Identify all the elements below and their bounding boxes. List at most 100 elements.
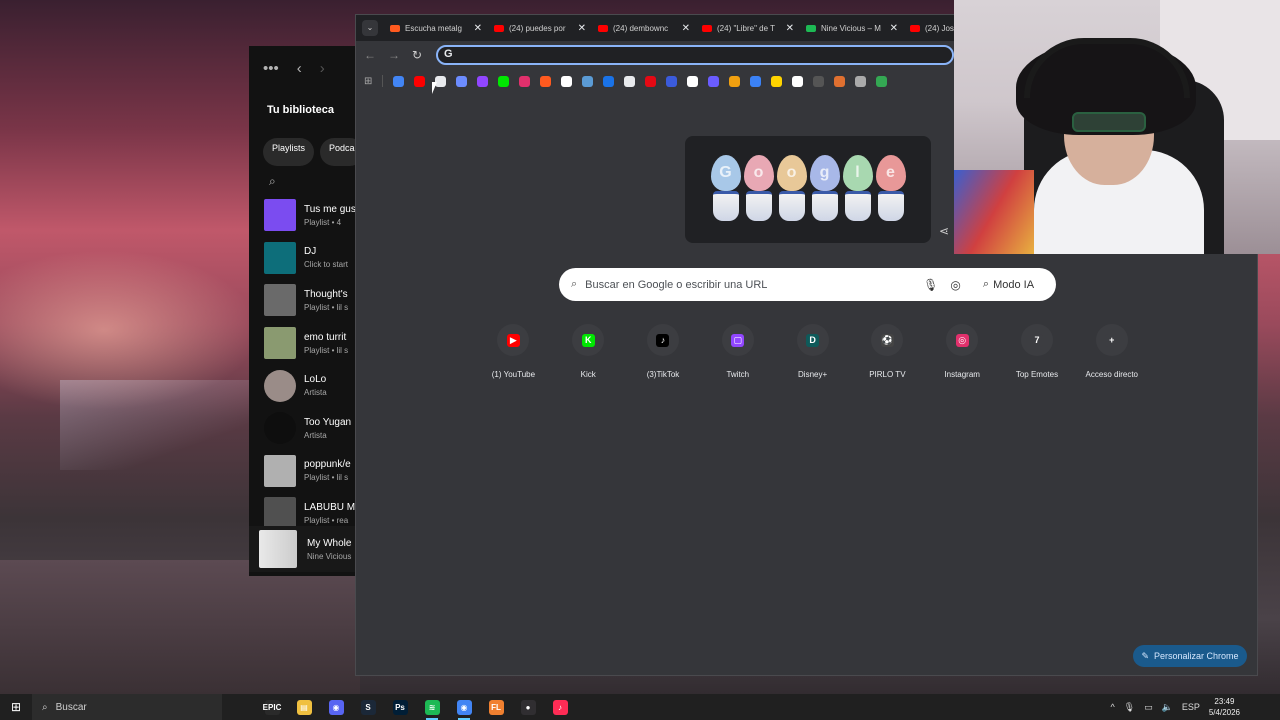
microphone-icon[interactable]: 🎙 xyxy=(1124,702,1135,713)
volume-icon[interactable]: 🔈 xyxy=(1162,702,1173,713)
language-indicator[interactable]: ESP xyxy=(1182,702,1200,712)
tab-close-icon[interactable]: ✕ xyxy=(578,23,586,34)
windows-start-icon[interactable]: ⊞ xyxy=(0,700,32,714)
bookmark-icon[interactable] xyxy=(477,75,489,87)
twitch-icon: ▢ xyxy=(731,333,745,347)
shortcut-tile[interactable]: 7 Top Emotes xyxy=(1000,324,1075,379)
taskbar-discord[interactable]: ◉ xyxy=(320,694,352,720)
bookmark-icon[interactable] xyxy=(435,75,447,87)
shortcut-tile[interactable]: ▢ Twitch xyxy=(700,324,775,379)
chevron-up-icon[interactable]: ^ xyxy=(1110,702,1114,712)
microphone-icon[interactable]: 🎙 xyxy=(923,278,938,292)
browser-tab[interactable]: Nine Vicious – M ✕ xyxy=(800,15,904,41)
taskbar-search[interactable]: ⌕ Buscar xyxy=(32,694,222,720)
shortcut-tile[interactable]: ◎ Instagram xyxy=(925,324,1000,379)
now-playing-artist[interactable]: Nine Vicious xyxy=(307,552,361,561)
taskbar-steam[interactable]: S xyxy=(352,694,384,720)
doodle-egg-cup xyxy=(712,190,739,221)
back-arrow-icon[interactable]: ‹ xyxy=(297,60,302,77)
network-icon[interactable]: ▭ xyxy=(1144,702,1153,713)
library-item[interactable]: LoLo Artista xyxy=(249,364,356,407)
customize-chrome-button[interactable]: ✎ Personalizar Chrome xyxy=(1133,645,1247,667)
taskbar-tiktok-live[interactable]: ♪ xyxy=(544,694,576,720)
bookmark-icon[interactable] xyxy=(456,75,468,87)
clock[interactable]: 23:49 5/4/2026 xyxy=(1209,696,1240,718)
ai-mode-button[interactable]: ⌕ Modo IA xyxy=(975,274,1042,295)
apps-grid-icon[interactable]: ⊞ xyxy=(364,76,372,87)
library-item[interactable]: Thought's Playlist • lil s xyxy=(249,279,356,322)
library-item[interactable]: DJ Click to start xyxy=(249,237,356,280)
chip-playlists[interactable]: Playlists xyxy=(263,138,315,166)
bookmark-icon[interactable] xyxy=(771,75,783,87)
browser-tab[interactable]: (24) puedes por ✕ xyxy=(488,15,592,41)
library-search-icon[interactable]: ⌕ xyxy=(249,166,356,194)
tab-close-icon[interactable]: ✕ xyxy=(474,23,482,34)
library-item[interactable]: Tus me gus Playlist • 4 xyxy=(249,194,356,237)
library-item-subtitle: Playlist • lil s xyxy=(304,345,349,355)
library-item[interactable]: emo turrit Playlist • lil s xyxy=(249,322,356,365)
bookmark-icon[interactable] xyxy=(708,75,720,87)
doodle-egg-cup xyxy=(745,190,772,221)
taskbar-photoshop[interactable]: Ps xyxy=(384,694,416,720)
share-doodle-icon[interactable]: ⋖ xyxy=(939,224,949,238)
taskbar-obs[interactable]: ● xyxy=(512,694,544,720)
browser-tab[interactable]: (24) dembownc ✕ xyxy=(592,15,696,41)
bookmark-icon[interactable] xyxy=(855,75,867,87)
search-input[interactable] xyxy=(585,278,906,291)
library-filter-chips: Playlists Podca xyxy=(249,130,364,166)
google-lens-icon[interactable]: ◎ xyxy=(950,278,960,292)
library-item-text: Tus me gus Playlist • 4 xyxy=(304,204,356,227)
bookmark-icon[interactable] xyxy=(582,75,594,87)
shortcut-tile[interactable]: ▶ (1) YouTube xyxy=(476,324,551,379)
shortcut-tile[interactable]: ♪ (3)TikTok xyxy=(626,324,701,379)
bookmark-icon[interactable] xyxy=(540,75,552,87)
library-item-text: DJ Click to start xyxy=(304,246,348,269)
back-icon[interactable]: ← xyxy=(364,48,376,62)
bookmark-icon[interactable] xyxy=(876,75,888,87)
google-doodle[interactable]: Google xyxy=(685,136,931,243)
tab-search-icon[interactable]: ⌄ xyxy=(362,20,378,36)
bookmark-icon[interactable] xyxy=(624,75,636,87)
bookmark-icon[interactable] xyxy=(834,75,846,87)
browser-tab[interactable]: (24) "Libre" de T ✕ xyxy=(696,15,800,41)
taskbar-chrome[interactable]: ◉ xyxy=(448,694,480,720)
tab-close-icon[interactable]: ✕ xyxy=(682,23,690,34)
shortcut-icon-circle: ⚽ xyxy=(871,324,904,356)
google-search-box[interactable]: ⌕ 🎙 ◎ ⌕ Modo IA xyxy=(559,268,1056,301)
taskbar-file-explorer[interactable]: ▤ xyxy=(288,694,320,720)
bookmark-icon[interactable] xyxy=(792,75,804,87)
library-item[interactable]: poppunk/e Playlist • lil s xyxy=(249,450,356,493)
shortcut-tile[interactable]: D Disney+ xyxy=(775,324,850,379)
now-playing-bar[interactable]: My Whole H Nine Vicious xyxy=(249,526,361,572)
doodle-egg: e xyxy=(875,154,906,225)
bookmark-icon[interactable] xyxy=(561,75,573,87)
bookmark-icon[interactable] xyxy=(666,75,678,87)
forward-arrow-icon[interactable]: › xyxy=(320,60,325,77)
forward-icon[interactable]: → xyxy=(388,48,400,62)
shortcut-tile[interactable]: + Acceso directo xyxy=(1074,324,1149,379)
taskbar-epic-games[interactable]: EPIC xyxy=(256,694,288,720)
bookmark-icon[interactable] xyxy=(393,75,405,87)
bookmark-icon[interactable] xyxy=(750,75,762,87)
bookmark-icon[interactable] xyxy=(519,75,531,87)
tab-close-icon[interactable]: ✕ xyxy=(890,23,898,34)
bookmark-icon[interactable] xyxy=(498,75,510,87)
taskbar-spotify[interactable]: ≋ xyxy=(416,694,448,720)
browser-tab[interactable]: Escucha metalg ✕ xyxy=(384,15,488,41)
bookmark-icon[interactable] xyxy=(645,75,657,87)
library-item[interactable]: Too Yugan Artista xyxy=(249,407,356,450)
shortcut-tile[interactable]: ⚽ PIRLO TV xyxy=(850,324,925,379)
shortcut-tile[interactable]: K Kick xyxy=(551,324,626,379)
bookmark-icon[interactable] xyxy=(414,75,426,87)
bookmark-icon[interactable] xyxy=(813,75,825,87)
address-bar[interactable]: G xyxy=(436,45,954,65)
bookmark-icon[interactable] xyxy=(687,75,699,87)
more-options-icon[interactable]: ••• xyxy=(263,60,279,77)
taskbar-fl-studio[interactable]: FL xyxy=(480,694,512,720)
bookmark-icon[interactable] xyxy=(603,75,615,87)
shortcut-label: Instagram xyxy=(944,370,980,379)
reload-icon[interactable]: ↻ xyxy=(412,48,422,62)
library-item-subtitle: Click to start xyxy=(304,260,349,270)
tab-close-icon[interactable]: ✕ xyxy=(786,23,794,34)
bookmark-icon[interactable] xyxy=(729,75,741,87)
